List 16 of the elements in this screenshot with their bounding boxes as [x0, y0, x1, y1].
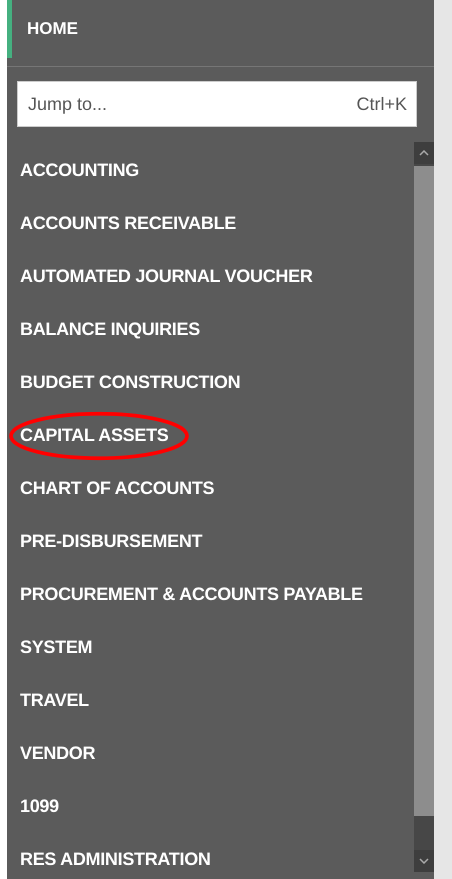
menu-item[interactable]: BALANCE INQUIRIES — [20, 319, 200, 340]
scroll-down-icon[interactable] — [414, 850, 434, 872]
menu-item[interactable]: VENDOR — [20, 743, 96, 764]
menu-item[interactable]: SYSTEM — [20, 637, 92, 658]
menu-item[interactable]: RES ADMINISTRATION — [20, 849, 211, 870]
menu-item[interactable]: AUTOMATED JOURNAL VOUCHER — [20, 266, 313, 287]
menu-item[interactable]: TRAVEL — [20, 690, 89, 711]
menu-item[interactable]: PRE-DISBURSEMENT — [20, 531, 202, 552]
menu-item[interactable]: ACCOUNTS RECEIVABLE — [20, 213, 236, 234]
shortcut-hint: Ctrl+K — [356, 93, 407, 115]
menu-item[interactable]: PROCUREMENT & ACCOUNTS PAYABLE — [20, 584, 363, 605]
menu-item[interactable]: CHART OF ACCOUNTS — [20, 478, 214, 499]
scroll-up-icon[interactable] — [414, 142, 434, 164]
menu-item[interactable]: 1099 — [20, 796, 59, 817]
menu-item[interactable]: ACCOUNTING — [20, 160, 139, 181]
menu-item[interactable]: BUDGET CONSTRUCTION — [20, 372, 240, 393]
